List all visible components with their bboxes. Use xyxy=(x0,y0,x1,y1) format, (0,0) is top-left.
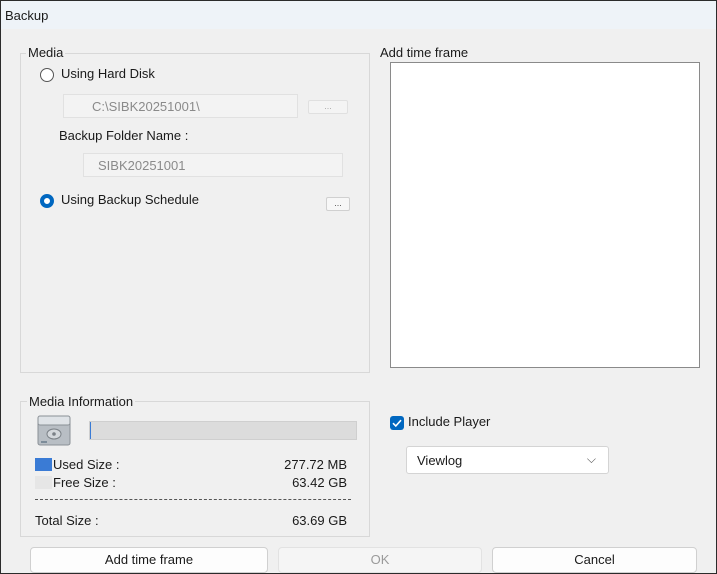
media-legend: Media xyxy=(26,45,66,60)
media-usage-fill xyxy=(90,422,92,439)
used-size-value: 277.72 MB xyxy=(284,457,347,472)
used-size-swatch xyxy=(35,458,52,471)
cancel-button[interactable]: Cancel xyxy=(492,547,697,573)
media-usage-bar xyxy=(89,421,357,440)
total-size-label: Total Size : xyxy=(35,513,99,528)
folder-name-field[interactable]: SIBK20251001 xyxy=(83,153,343,177)
hard-drive-icon xyxy=(37,415,71,446)
free-size-label: Free Size : xyxy=(53,475,116,490)
include-player-label[interactable]: Include Player xyxy=(408,414,490,429)
hard-disk-label[interactable]: Using Hard Disk xyxy=(61,66,155,81)
chevron-down-icon: ⌵ xyxy=(586,452,596,466)
ok-button[interactable]: OK xyxy=(278,547,482,573)
checkmark-icon xyxy=(392,419,402,428)
time-frame-legend: Add time frame xyxy=(378,45,471,60)
free-size-value: 63.42 GB xyxy=(292,475,347,490)
used-size-label: Used Size : xyxy=(53,457,120,472)
add-time-frame-button[interactable]: Add time frame xyxy=(30,547,268,573)
include-player-checkbox[interactable] xyxy=(390,416,404,430)
backup-window: Backup Media Using Hard Disk C:\SIBK2025… xyxy=(0,0,717,574)
time-frame-list[interactable] xyxy=(390,62,700,368)
player-select-value: Viewlog xyxy=(417,453,463,468)
totals-divider xyxy=(35,499,351,500)
folder-name-label: Backup Folder Name : xyxy=(59,128,189,143)
media-info-legend: Media Information xyxy=(27,394,136,409)
schedule-settings-button[interactable]: ... xyxy=(326,197,350,211)
total-size-value: 63.69 GB xyxy=(292,513,347,528)
backup-schedule-radio[interactable] xyxy=(40,194,54,208)
window-title: Backup xyxy=(5,8,49,23)
player-select[interactable]: Viewlog ⌵ xyxy=(406,446,609,474)
hard-disk-radio[interactable] xyxy=(40,68,54,82)
backup-schedule-label[interactable]: Using Backup Schedule xyxy=(61,192,199,207)
browse-path-button[interactable]: ... xyxy=(308,100,348,114)
free-size-swatch xyxy=(35,476,52,489)
backup-path-field[interactable]: C:\SIBK20251001\ xyxy=(63,94,298,118)
title-bar: Backup xyxy=(1,1,716,29)
